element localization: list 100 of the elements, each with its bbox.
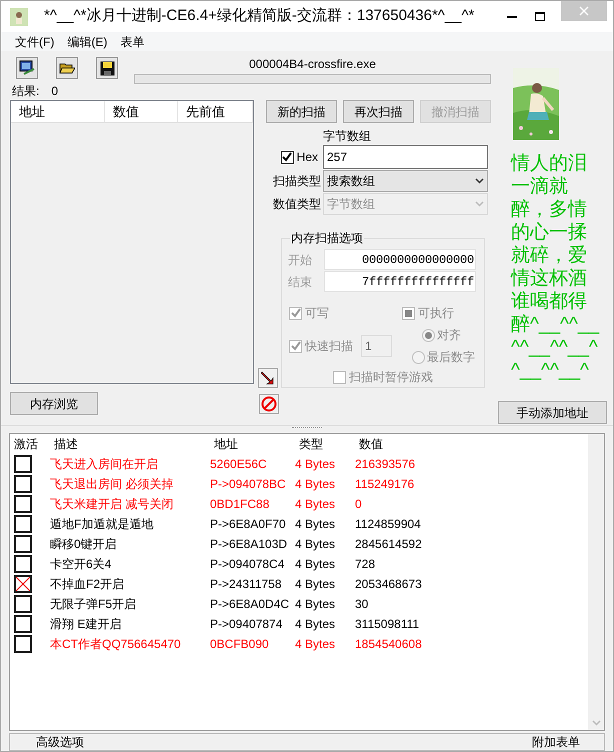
- minimize-icon[interactable]: [507, 16, 517, 18]
- save-icon[interactable]: [96, 57, 118, 79]
- table-row[interactable]: 飞天米建开启 减号关闭 0BD1FC88 4 Bytes 0: [10, 494, 588, 514]
- table-cell-text: 30: [355, 596, 370, 613]
- table-row[interactable]: 本CT作者QQ756645470 0BCFB090 4 Bytes 1854540608: [10, 634, 588, 654]
- table-cell-text: 115249176: [355, 476, 416, 493]
- checkbox[interactable]: [14, 455, 32, 473]
- checkbox[interactable]: [14, 595, 32, 613]
- table-cell-text: 216393576: [355, 456, 416, 473]
- value-label: 字节数组: [323, 128, 372, 145]
- checkbox-label: 扫描时暂停游戏: [349, 369, 433, 386]
- dropdown[interactable]: 搜索数组: [323, 170, 488, 192]
- table-cell-text: 2053468673: [355, 576, 423, 593]
- value-field[interactable]: 257: [323, 145, 488, 169]
- table-row[interactable]: 飞天退出房间 必须关掉 P->094078BC 4 Bytes 115249176: [10, 474, 588, 494]
- button[interactable]: 再次扫描: [343, 100, 414, 123]
- table-cell-text: 0: [355, 496, 363, 513]
- table-cell-text: 本CT作者QQ756645470: [50, 636, 182, 653]
- table-cell-text: 4 Bytes: [295, 496, 336, 513]
- window-title: *^__^*冰月十进制-CE6.4+绿化精简版-交流群：137650436*^__^*: [44, 6, 474, 26]
- checkbox[interactable]: [280, 150, 294, 164]
- checkbox[interactable]: [14, 635, 32, 653]
- column-header[interactable]: 类型: [295, 435, 355, 453]
- table-cell-text: P->24311758: [210, 576, 283, 593]
- column-header[interactable]: 数值: [355, 435, 455, 453]
- table-cell-text: 飞天米建开启 减号关闭: [50, 496, 174, 513]
- table-cell-text: 4 Bytes: [295, 596, 336, 613]
- stop-icon[interactable]: [259, 394, 279, 414]
- results-count: 0: [51, 83, 58, 100]
- menu-item[interactable]: 表单: [120, 32, 144, 50]
- table-cell-text: 卡空开6关4: [50, 556, 112, 573]
- menu-item[interactable]: 编辑(E): [67, 32, 108, 50]
- table-cell-text: 滑翔 E建开启: [50, 616, 122, 633]
- checkbox[interactable]: [14, 495, 32, 513]
- checkbox-label: 可执行: [418, 305, 454, 322]
- table-cell-text: 1854540608: [355, 636, 423, 653]
- open-folder-icon[interactable]: [56, 57, 78, 79]
- column-header[interactable]: 激活: [10, 435, 50, 453]
- table-cell-text: 4 Bytes: [295, 516, 336, 533]
- table-cell-text: P->6E8A0D4C: [210, 596, 290, 613]
- table-cell-text: 瞬移0键开启: [50, 536, 118, 553]
- table-cell-text: P->094078C4: [210, 556, 286, 573]
- scrollbar[interactable]: [588, 434, 604, 730]
- table-row[interactable]: 滑翔 E建开启 P->09407874 4 Bytes 3115098111: [10, 614, 588, 634]
- results-label: 结果:: [12, 83, 40, 100]
- checkbox[interactable]: [14, 555, 32, 573]
- table-row[interactable]: 遁地F加遁就是遁地 P->6E8A0F70 4 Bytes 1124859904: [10, 514, 588, 534]
- column-header[interactable]: 描述: [50, 435, 210, 453]
- table-cell-text: 3115098111: [355, 616, 420, 633]
- table-cell-text: P->6E8A0F70: [210, 516, 287, 533]
- checkbox[interactable]: [14, 615, 32, 633]
- table-cell-text: 0BCFB090: [210, 636, 270, 653]
- column-header[interactable]: 地址: [210, 435, 295, 453]
- checkbox[interactable]: [14, 535, 32, 553]
- computer-icon[interactable]: [16, 57, 38, 79]
- table-cell-text: 不掉血F2开启: [50, 576, 126, 593]
- column-header[interactable]: 数值: [105, 101, 178, 122]
- table-cell-text: 遁地F加遁就是遁地: [50, 516, 154, 533]
- table-cell-text: 4 Bytes: [295, 476, 336, 493]
- checkbox-label: 可写: [305, 305, 329, 322]
- checkbox[interactable]: [14, 515, 32, 533]
- checkbox-label: 快速扫描: [305, 338, 353, 355]
- table-row[interactable]: 瞬移0键开启 P->6E8A103D 4 Bytes 2845614592: [10, 534, 588, 554]
- pointer-icon[interactable]: [258, 368, 278, 388]
- radio-label: 最后数字: [427, 349, 475, 366]
- table-cell-text: 4 Bytes: [295, 456, 336, 473]
- advanced-options-link[interactable]: 高级选项: [36, 733, 84, 751]
- table-cell-text: 5260E56C: [210, 456, 268, 473]
- table-cell-text: 1124859904: [355, 516, 422, 533]
- table-extras-link[interactable]: 附加表单: [532, 733, 580, 751]
- table-cell-text: 4 Bytes: [295, 556, 336, 573]
- button[interactable]: 新的扫描: [266, 100, 337, 123]
- table-cell-text: P->094078BC: [210, 476, 287, 493]
- column-header[interactable]: 先前值: [178, 101, 253, 122]
- table-row[interactable]: 无限子弹F5开启 P->6E8A0D4C 4 Bytes 30: [10, 594, 588, 614]
- menu-item[interactable]: 文件(F): [15, 32, 54, 50]
- banner-text: 情人的泪一滴就醉，多情的心一揉就碎，爱情这杯酒谁喝都得醉^__^^__^^__^^__^^__^^__^: [511, 152, 599, 382]
- table-cell-text: 4 Bytes: [295, 576, 336, 593]
- maximize-icon[interactable]: [535, 12, 545, 21]
- table-cell-text: 4 Bytes: [295, 536, 336, 553]
- button[interactable]: 手动添加地址: [498, 401, 607, 424]
- table-cell-text: 无限子弹F5开启: [50, 596, 138, 613]
- checkbox-label: Hex: [296, 149, 318, 166]
- checkbox[interactable]: [14, 575, 32, 593]
- table-cell-text: P->09407874: [210, 616, 284, 633]
- button[interactable]: 内存浏览: [10, 392, 98, 415]
- table-cell-text: 0BD1FC88: [210, 496, 270, 513]
- field-label: 数值类型: [272, 196, 322, 213]
- checkbox[interactable]: [14, 475, 32, 493]
- table-row[interactable]: 卡空开6关4 P->094078C4 4 Bytes 728: [10, 554, 588, 574]
- close-icon: [579, 6, 589, 16]
- table-cell-text: 飞天进入房间在开启: [50, 456, 159, 473]
- table-row[interactable]: 不掉血F2开启 P->24311758 4 Bytes 2053468673: [10, 574, 588, 594]
- process-name: 000004B4-crossfire.exe: [249, 57, 376, 71]
- table-cell-text: 728: [355, 556, 376, 573]
- table-cell-text: 飞天退出房间 必须关掉: [50, 476, 174, 493]
- field-label: 结束: [287, 274, 313, 290]
- table-row[interactable]: 飞天进入房间在开启 5260E56C 4 Bytes 216393576: [10, 454, 588, 474]
- column-header[interactable]: 地址: [11, 101, 105, 122]
- radio-label: 对齐: [437, 327, 461, 344]
